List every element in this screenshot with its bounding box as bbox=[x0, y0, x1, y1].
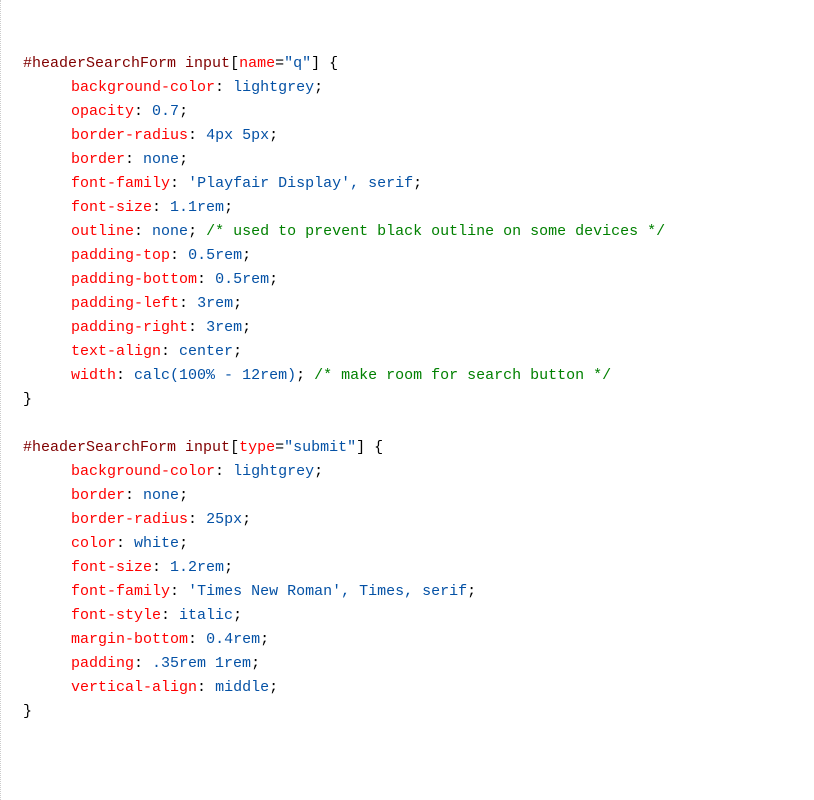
css-declaration: font-size: 1.2rem; bbox=[23, 556, 814, 580]
css-selector-line: #headerSearchForm input[type="submit"] { bbox=[23, 436, 814, 460]
css-declaration: border-radius: 25px; bbox=[23, 508, 814, 532]
css-declaration: padding: .35rem 1rem; bbox=[23, 652, 814, 676]
css-declaration: width: calc(100% - 12rem); /* make room … bbox=[23, 364, 814, 388]
css-declaration: padding-right: 3rem; bbox=[23, 316, 814, 340]
css-declaration: border: none; bbox=[23, 484, 814, 508]
css-declaration: outline: none; /* used to prevent black … bbox=[23, 220, 814, 244]
css-declaration: margin-bottom: 0.4rem; bbox=[23, 628, 814, 652]
css-declaration: font-family: 'Playfair Display', serif; bbox=[23, 172, 814, 196]
css-rule-close: } bbox=[23, 388, 814, 412]
css-declaration: padding-bottom: 0.5rem; bbox=[23, 268, 814, 292]
css-declaration: opacity: 0.7; bbox=[23, 100, 814, 124]
css-declaration: font-style: italic; bbox=[23, 604, 814, 628]
css-declaration: background-color: lightgrey; bbox=[23, 76, 814, 100]
css-declaration: color: white; bbox=[23, 532, 814, 556]
css-code-block: #headerSearchForm input[name="q"] {backg… bbox=[23, 52, 814, 724]
css-declaration: text-align: center; bbox=[23, 340, 814, 364]
css-selector-line: #headerSearchForm input[name="q"] { bbox=[23, 52, 814, 76]
css-rule-close: } bbox=[23, 700, 814, 724]
blank-line bbox=[23, 412, 814, 436]
css-declaration: font-size: 1.1rem; bbox=[23, 196, 814, 220]
css-declaration: border-radius: 4px 5px; bbox=[23, 124, 814, 148]
css-declaration: background-color: lightgrey; bbox=[23, 460, 814, 484]
css-declaration: font-family: 'Times New Roman', Times, s… bbox=[23, 580, 814, 604]
css-declaration: border: none; bbox=[23, 148, 814, 172]
css-declaration: padding-left: 3rem; bbox=[23, 292, 814, 316]
css-declaration: padding-top: 0.5rem; bbox=[23, 244, 814, 268]
css-declaration: vertical-align: middle; bbox=[23, 676, 814, 700]
